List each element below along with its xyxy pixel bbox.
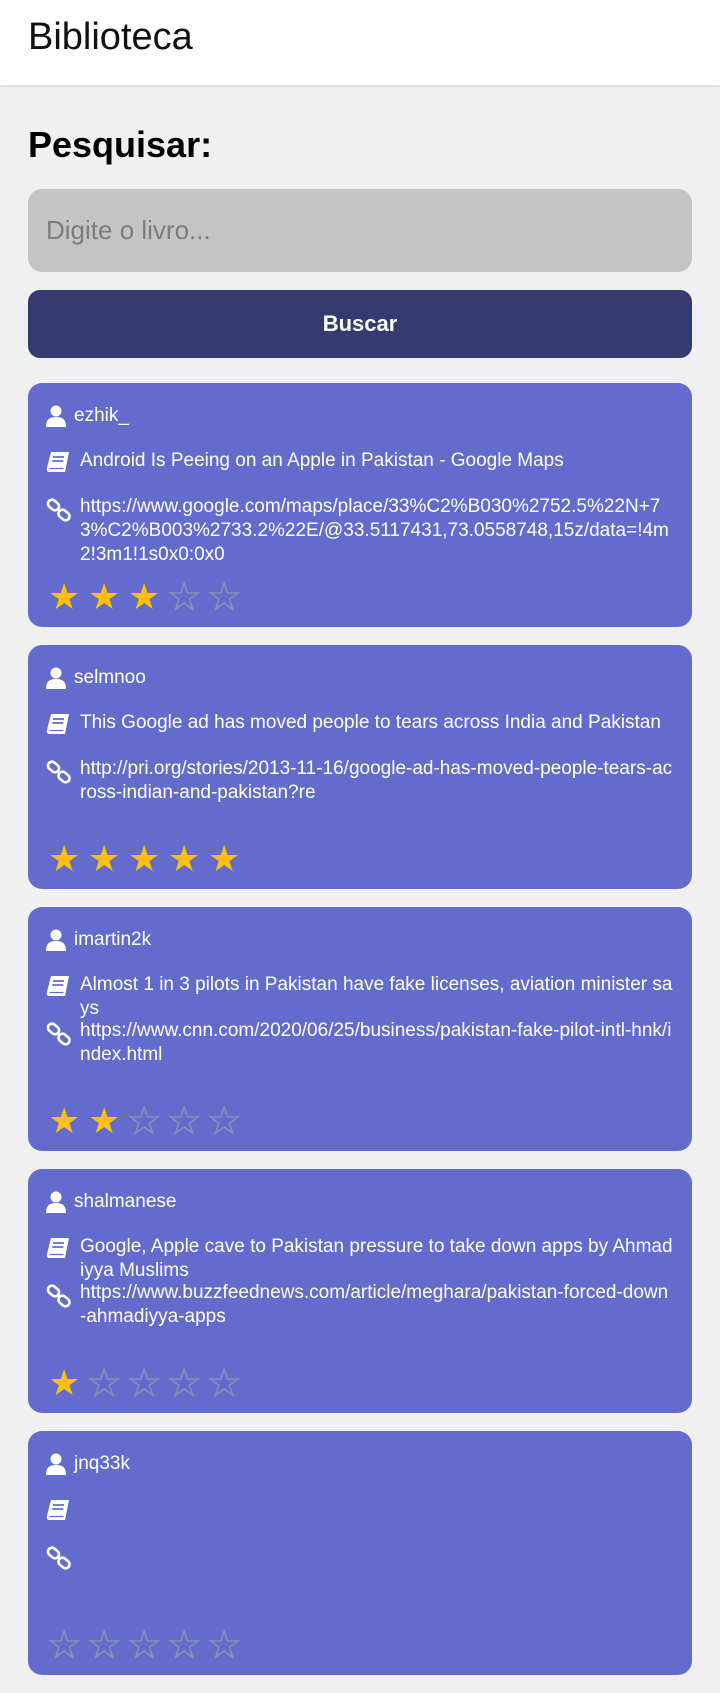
star-icon[interactable]: ★ [88,841,128,877]
card-user: shalmanese [74,1191,177,1212]
card-user-row: shalmanese [46,1189,674,1214]
star-icon[interactable]: ★ [207,1102,248,1140]
card-user: imartin2k [74,929,152,950]
card-title-row: This Google ad has moved people to tears… [46,711,674,735]
star-icon[interactable]: ★ [167,1626,208,1664]
card-title-row: Android Is Peeing on an Apple in Pakista… [46,449,674,473]
rating-stars[interactable]: ★ ★ ★ ★ ★ [48,578,248,616]
star-icon[interactable]: ★ [167,1364,208,1402]
main-content: Pesquisar: Buscar ezhik_ Android Is Peei… [28,85,692,1693]
star-icon[interactable]: ★ [48,1103,88,1139]
book-icon [46,711,80,735]
star-icon[interactable]: ★ [167,578,208,616]
star-icon[interactable]: ★ [208,841,248,877]
link-icon [46,1281,80,1309]
star-icon[interactable]: ★ [207,578,248,616]
card-user: selmnoo [74,667,146,688]
card-link-row[interactable]: http://pri.org/stories/2013-11-16/google… [46,757,674,805]
user-icon [46,1451,74,1475]
star-icon[interactable]: ★ [87,1626,128,1664]
star-icon[interactable]: ★ [48,841,88,877]
user-icon [46,403,74,427]
star-icon[interactable]: ★ [88,1103,128,1139]
card-title: This Google ad has moved people to tears… [80,712,661,733]
link-icon [46,1019,80,1047]
star-icon[interactable]: ★ [128,841,168,877]
app-bar: Biblioteca [0,0,720,85]
book-card[interactable]: jnq33k ★ ★ ★ ★ ★ [28,1431,692,1675]
book-card[interactable]: imartin2k Almost 1 in 3 pilots in Pakist… [28,907,692,1151]
card-link-row[interactable]: https://www.buzzfeednews.com/article/meg… [46,1281,674,1329]
star-icon[interactable]: ★ [207,1626,248,1664]
card-user: ezhik_ [74,405,129,426]
star-icon[interactable]: ★ [207,1364,248,1402]
book-icon [46,1235,80,1259]
card-title: Android Is Peeing on an Apple in Pakista… [80,450,564,471]
user-icon [46,1189,74,1213]
card-link-row[interactable] [46,1543,674,1571]
card-url[interactable]: http://pri.org/stories/2013-11-16/google… [80,757,674,805]
card-title-row [46,1497,674,1521]
rating-stars[interactable]: ★ ★ ★ ★ ★ [48,1364,248,1402]
card-title-row: Google, Apple cave to Pakistan pressure … [46,1235,674,1283]
card-user-row: selmnoo [46,665,674,690]
app-title: Biblioteca [28,16,193,58]
rating-stars[interactable]: ★ ★ ★ ★ ★ [48,841,248,877]
search-heading: Pesquisar: [28,124,213,165]
link-icon [46,495,80,523]
star-icon[interactable]: ★ [48,579,88,615]
star-icon[interactable]: ★ [127,1626,168,1664]
book-icon [46,449,80,473]
star-icon[interactable]: ★ [127,1102,168,1140]
search-button[interactable]: Buscar [28,290,692,358]
card-user: jnq33k [74,1453,130,1474]
card-title: Almost 1 in 3 pilots in Pakistan have fa… [80,974,673,1019]
card-url[interactable]: https://www.buzzfeednews.com/article/meg… [80,1281,674,1329]
book-icon [46,973,80,997]
star-icon[interactable]: ★ [47,1626,88,1664]
book-card[interactable]: ezhik_ Android Is Peeing on an Apple in … [28,383,692,627]
star-icon[interactable]: ★ [167,1102,208,1140]
star-icon[interactable]: ★ [128,579,168,615]
link-icon [46,757,80,785]
card-link-row[interactable]: https://www.google.com/maps/place/33%C2%… [46,495,674,567]
card-title: Google, Apple cave to Pakistan pressure … [80,1236,673,1281]
book-icon [46,1497,80,1521]
star-icon[interactable]: ★ [87,1364,128,1402]
book-list[interactable]: ezhik_ Android Is Peeing on an Apple in … [28,383,692,1675]
link-icon [46,1543,80,1571]
search-input[interactable] [28,189,692,272]
card-user-row: jnq33k [46,1451,674,1476]
rating-stars[interactable]: ★ ★ ★ ★ ★ [47,1626,248,1664]
rating-stars[interactable]: ★ ★ ★ ★ ★ [48,1102,248,1140]
card-url[interactable]: https://www.google.com/maps/place/33%C2%… [80,495,674,567]
book-card[interactable]: selmnoo This Google ad has moved people … [28,645,692,889]
user-icon [46,665,74,689]
card-user-row: imartin2k [46,927,674,952]
card-user-row: ezhik_ [46,403,674,428]
user-icon [46,927,74,951]
star-icon[interactable]: ★ [168,841,208,877]
star-icon[interactable]: ★ [127,1364,168,1402]
card-url[interactable]: https://www.cnn.com/2020/06/25/business/… [80,1019,674,1067]
star-icon[interactable]: ★ [88,579,128,615]
card-title-row: Almost 1 in 3 pilots in Pakistan have fa… [46,973,674,1021]
card-link-row[interactable]: https://www.cnn.com/2020/06/25/business/… [46,1019,674,1067]
book-card[interactable]: shalmanese Google, Apple cave to Pakista… [28,1169,692,1413]
star-icon[interactable]: ★ [48,1365,88,1401]
